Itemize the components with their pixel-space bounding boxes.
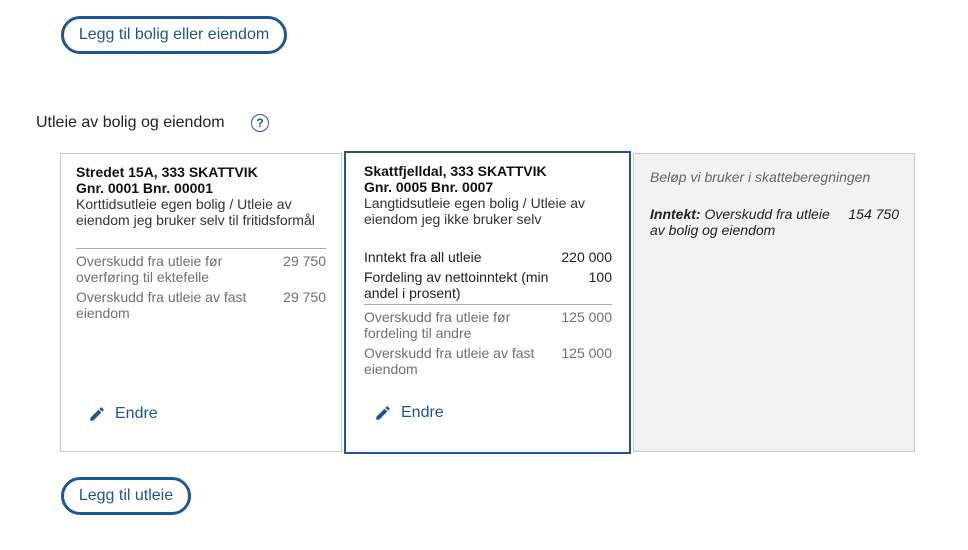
question-circle-icon[interactable]: ? [251,114,269,132]
edit-label: Endre [115,405,158,422]
edit-label: Endre [401,404,444,421]
tax-summary-card: Beløp vi bruker i skatteberegningen Innt… [633,153,915,452]
rental-card-skattfjelldal: Skattfjelldal, 333 SKATTVIK Gnr. 0005 Bn… [344,151,631,454]
card-address: Skattfjelldal, 333 SKATTVIK [364,163,547,179]
card-row: Overskudd fra utleie før fordeling til a… [364,309,612,341]
divider [364,304,612,305]
card-row: Overskudd fra utleie før overføring til … [76,253,326,285]
card-rental-type: Langtidsutleie egen bolig / Utleie av ei… [364,195,586,227]
rental-card-stredet: Stredet 15A, 333 SKATTVIK Gnr. 0001 Bnr.… [60,153,342,452]
row-value: 125 000 [561,309,612,325]
summary-heading: Beløp vi bruker i skatteberegningen [650,169,871,185]
divider [76,248,326,249]
row-label: Overskudd fra utleie av fast eiendom [364,345,535,377]
section-title: Utleie av bolig og eiendom [36,114,225,131]
edit-button[interactable]: Endre [374,404,444,422]
add-rental-button[interactable]: Legg til utleie [61,477,191,515]
card-row: Overskudd fra utleie av fast eiendom 125… [364,345,612,377]
card-input-row: Fordeling av nettoinntekt (min andel i p… [364,269,612,301]
card-address: Stredet 15A, 333 SKATTVIK [76,164,258,180]
card-property-id: Gnr. 0005 Bnr. 0007 [364,179,494,195]
pencil-icon [376,406,390,420]
row-label: Overskudd fra utleie før overføring til … [76,253,223,285]
row-label: Fordeling av nettoinntekt (min andel i p… [364,269,549,301]
row-value: 29 750 [283,289,326,305]
row-value: 220 000 [561,249,612,265]
row-label: Inntekt fra all utleie [364,249,482,265]
pencil-icon [90,407,104,421]
row-value: 29 750 [283,253,326,269]
summary-result-label: Inntekt: Overskudd fra utleie av bolig o… [650,206,848,238]
summary-result-value: 154 750 [848,206,899,222]
add-property-button[interactable]: Legg til bolig eller eiendom [61,16,287,54]
row-value: 100 [588,269,612,285]
row-value: 125 000 [561,345,612,361]
card-row: Overskudd fra utleie av fast eiendom 29 … [76,289,326,321]
card-input-row: Inntekt fra all utleie 220 000 [364,249,612,265]
card-property-id: Gnr. 0001 Bnr. 00001 [76,180,213,196]
card-rental-type: Korttidsutleie egen bolig / Utleie av ei… [76,196,315,228]
row-label: Overskudd fra utleie før fordeling til a… [364,309,511,341]
row-label: Overskudd fra utleie av fast eiendom [76,289,247,321]
summary-result: Inntekt: Overskudd fra utleie av bolig o… [650,206,899,238]
edit-button[interactable]: Endre [88,405,158,423]
summary-result-key: Inntekt: [650,206,701,222]
